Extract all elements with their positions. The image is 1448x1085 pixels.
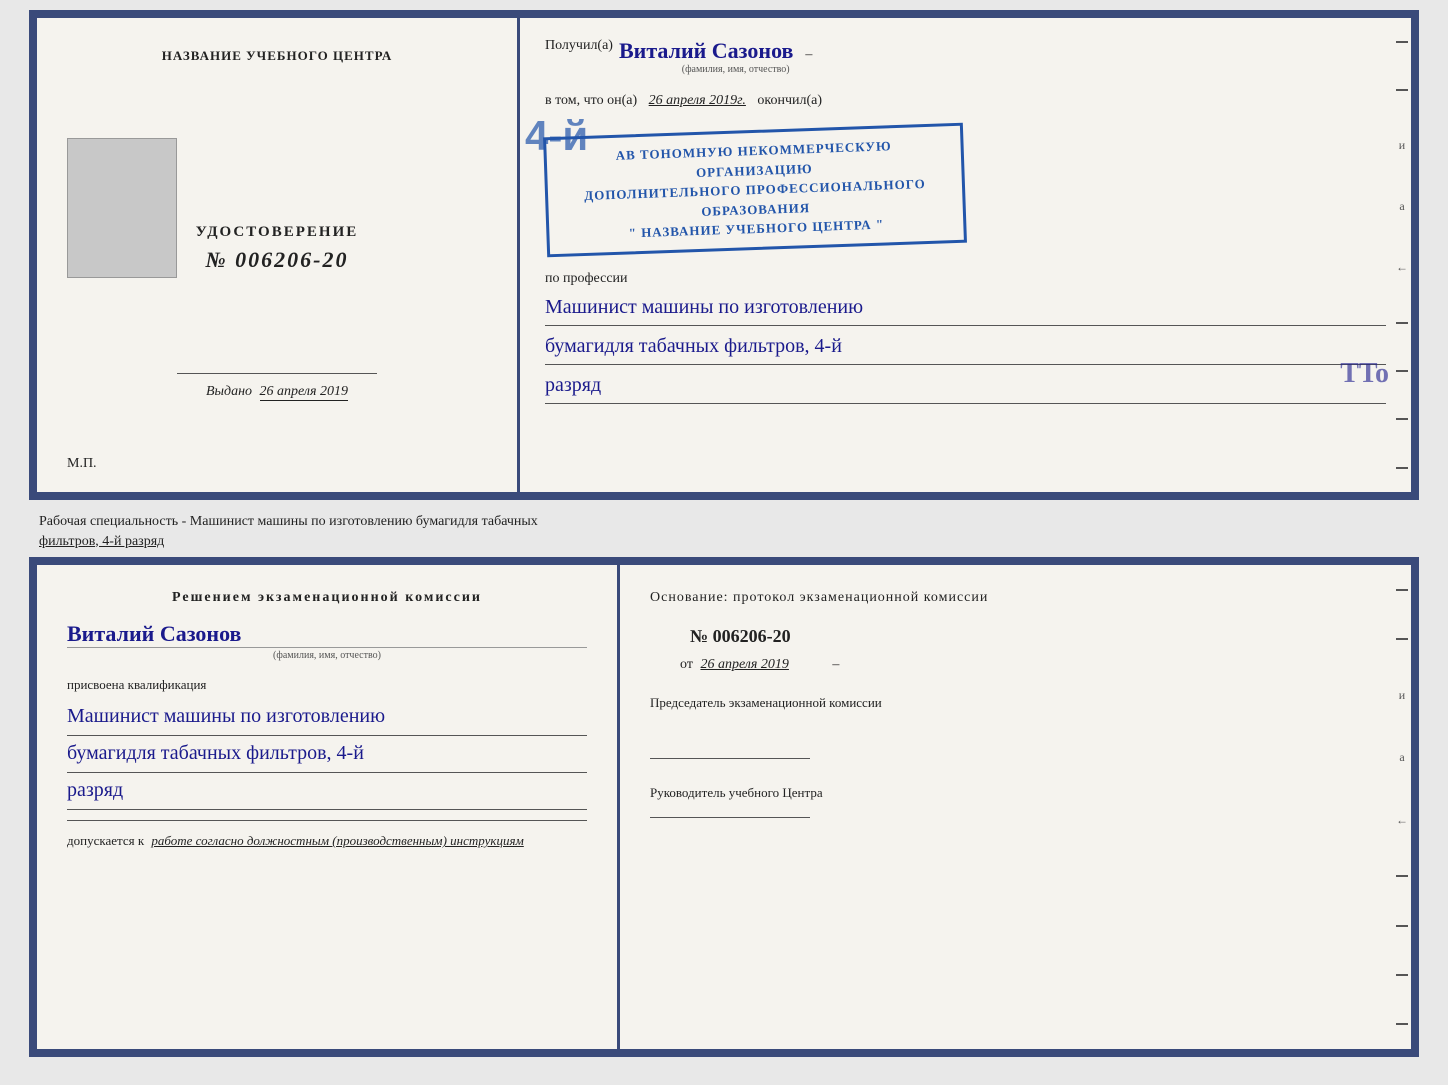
from-date-value: 26 апреля 2019: [700, 657, 788, 672]
side-dash-4: [1396, 370, 1408, 372]
allowed-italic-text: работе согласно должностным (производств…: [151, 833, 523, 848]
from-date: от 26 апреля 2019 –: [680, 657, 1381, 673]
chairman-label: Председатель экзаменационной комиссии: [650, 693, 1381, 713]
stamp-box: АВ ТОНОМНУЮ НЕКОММЕРЧЕСКУЮ ОРГАНИЗАЦИЮ Д…: [543, 123, 967, 257]
profession-line1: Машинист машины по изготовлению: [545, 291, 1386, 326]
bottom-name-hint: (фамилия, имя, отчество): [67, 647, 587, 661]
allowed-label-text: допускается к: [67, 833, 144, 848]
cert-label: УДОСТОВЕРЕНИЕ: [196, 224, 359, 241]
side-bdash-3: [1396, 875, 1408, 877]
photo-placeholder: [67, 138, 177, 278]
mp-label: М.П.: [67, 456, 97, 472]
profession-line3: разряд: [545, 369, 1386, 404]
bottom-right-page: Основание: протокол экзаменационной коми…: [620, 565, 1411, 1049]
received-hint: (фамилия, имя, отчество): [659, 64, 812, 75]
side-dash-6: [1396, 467, 1408, 469]
side-bdash-4: [1396, 925, 1408, 927]
issued-label: Выдано: [206, 384, 252, 399]
qual-line1: Машинист машины по изготовлению: [67, 699, 587, 736]
side-bdash-1: [1396, 589, 1408, 591]
chairman-signature-line: [650, 758, 810, 759]
qual-line2: бумагидля табачных фильтров, 4-й: [67, 736, 587, 773]
side-bdash-5: [1396, 974, 1408, 976]
description-line2: фильтров, 4-й разряд: [39, 534, 164, 549]
assigned-label: присвоена квалификация: [67, 677, 587, 693]
side-dash-right-1: –: [832, 657, 839, 672]
commission-title: Решением экзаменационной комиссии: [67, 590, 587, 606]
description-line1: Рабочая специальность - Машинист машины …: [39, 514, 538, 529]
basis-label: Основание: протокол экзаменационной коми…: [650, 590, 1381, 606]
side-dash-1: [1396, 41, 1408, 43]
side-char-и: и: [1399, 138, 1405, 153]
dash: –: [805, 47, 812, 62]
side-dash-2: [1396, 89, 1408, 91]
issued-line: Выдано 26 апреля 2019: [206, 384, 348, 401]
issued-date: 26 апреля 2019: [260, 384, 348, 401]
side-char-a: а: [1399, 199, 1404, 214]
side-bchar-a: а: [1399, 750, 1404, 765]
profession-label-right: по профессии: [545, 271, 1386, 287]
profession-line2: бумагидля табачных фильтров, 4-й: [545, 330, 1386, 365]
side-bdash-6: [1396, 1023, 1408, 1025]
bottom-document: Решением экзаменационной комиссии Витали…: [29, 557, 1419, 1057]
allowed-section: допускается к работе согласно должностны…: [67, 833, 587, 849]
qual-line3: разряд: [67, 773, 587, 810]
side-dash-5: [1396, 418, 1408, 420]
doc-description: Рабочая специальность - Машинист машины …: [29, 506, 1419, 557]
right-page-top: Получил(а) Виталий Сазонов – (фамилия, и…: [520, 18, 1411, 492]
side-bchar-arrow: ←: [1396, 813, 1408, 828]
bottom-left-page: Решением экзаменационной комиссии Витали…: [37, 565, 617, 1049]
side-decorations-top: и а ←: [1393, 18, 1411, 492]
from-label: от: [680, 657, 693, 672]
date-value: 26 апреля 2019г.: [649, 93, 746, 108]
side-dash-3: [1396, 322, 1408, 324]
director-signature-line: [650, 817, 810, 818]
received-name: Виталий Сазонов: [619, 38, 793, 63]
side-bchar-и: и: [1399, 688, 1405, 703]
training-center-title: НАЗВАНИЕ УЧЕБНОГО ЦЕНТРА: [162, 48, 393, 64]
tto-watermark: TTo: [1340, 358, 1389, 390]
side-decorations-bottom: и а ←: [1393, 565, 1411, 1049]
cert-number: № 006206-20: [196, 247, 359, 273]
received-prefix: Получил(а): [545, 38, 613, 54]
date-prefix: в том, что он(а): [545, 93, 637, 108]
stamp-number: 4-й: [525, 112, 588, 160]
date-suffix: окончил(а): [757, 93, 822, 108]
side-char-arrow: ←: [1396, 260, 1408, 275]
side-bdash-2: [1396, 638, 1408, 640]
bottom-name-section: Виталий Сазонов (фамилия, имя, отчество): [67, 621, 587, 671]
bottom-name-handwritten: Виталий Сазонов: [67, 621, 587, 647]
protocol-number: № 006206-20: [690, 626, 1381, 647]
top-document: НАЗВАНИЕ УЧЕБНОГО ЦЕНТРА УДОСТОВЕРЕНИЕ №…: [29, 10, 1419, 500]
left-page-top: НАЗВАНИЕ УЧЕБНОГО ЦЕНТРА УДОСТОВЕРЕНИЕ №…: [37, 18, 517, 492]
date-line: в том, что он(а) 26 апреля 2019г. окончи…: [545, 93, 1386, 109]
director-label: Руководитель учебного Центра: [650, 783, 823, 803]
